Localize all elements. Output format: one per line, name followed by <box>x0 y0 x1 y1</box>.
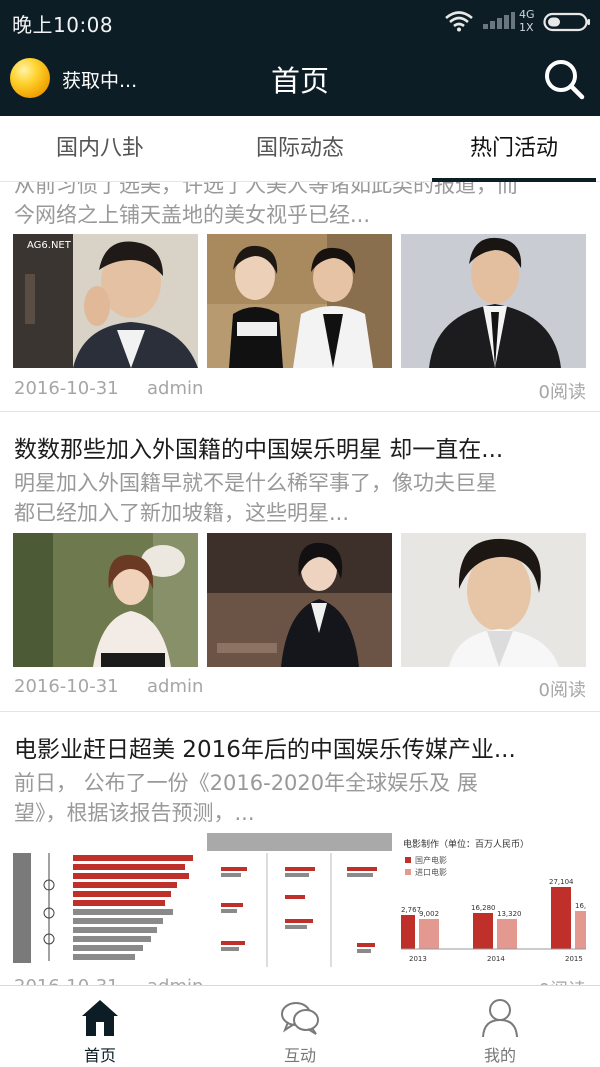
network-type-top: 4G <box>519 8 535 21</box>
article-title[interactable]: 数数那些加入外国籍的中国娱乐明星 却一直在... <box>14 430 586 464</box>
article-thumbnails <box>13 533 588 667</box>
search-icon[interactable] <box>543 58 585 100</box>
article-date: 2016-10-31 <box>14 676 119 697</box>
chart-label: 13,320 <box>497 910 522 918</box>
network-type-bottom: 1X <box>519 21 534 34</box>
status-time: 晚上10:08 <box>12 13 114 37</box>
category-tabs: 国内八卦 国际动态 热门活动 <box>0 116 600 182</box>
article-card[interactable]: 电影业赶日超美 2016年后的中国娱乐传媒产业... 前日， 公布了一份《201… <box>0 712 600 985</box>
nav-item-home[interactable]: 首页 <box>0 986 200 1067</box>
tab-hot-events[interactable]: 热门活动 <box>414 116 600 182</box>
article-title[interactable]: 电影业赶日超美 2016年后的中国娱乐传媒产业... <box>14 730 586 764</box>
chart-label: 27,104 <box>549 878 574 886</box>
chart-title: 电影制作（单位：百万人民币） <box>403 838 529 850</box>
article-author: admin <box>147 976 203 985</box>
article-thumbnails: 电影制作（单位：百万人民币） 国产电影 进口电影 2,767 9,002 16,… <box>13 833 588 967</box>
article-image: AG6.NET <box>13 234 198 368</box>
article-date: 2016-10-31 <box>14 378 119 399</box>
article-feed[interactable]: 从前习惯了选美，许选了人美人等诸如此类的报道，而 今网络之上铺天盖地的美女视乎已… <box>0 182 600 985</box>
article-author: admin <box>147 676 204 697</box>
tab-domestic-gossip[interactable]: 国内八卦 <box>0 116 200 182</box>
article-card[interactable]: 数数那些加入外国籍的中国娱乐明星 却一直在... 明星加入外国籍早就不是什么稀罕… <box>0 412 600 711</box>
chat-icon <box>281 1002 319 1035</box>
article-read-count: 0阅读 <box>538 680 586 701</box>
bottom-nav: 首页 互动 我的 <box>0 985 600 1067</box>
article-image <box>401 533 586 667</box>
article-author: admin <box>147 378 204 399</box>
chart-year: 2014 <box>487 955 505 963</box>
nav-label-home: 首页 <box>83 1046 116 1065</box>
article-summary: 前日， 公布了一份《2016-2020年全球娱乐及 展 望》，根据该报告预测，.… <box>14 768 574 828</box>
article-summary-line: 前日， 公布了一份《2016-2020年全球娱乐及 展 <box>14 771 478 795</box>
page-title: 首页 <box>270 64 329 98</box>
article-date: 2016-10-31 <box>14 976 119 985</box>
article-card[interactable]: 从前习惯了选美，许选了人美人等诸如此类的报道，而 今网络之上铺天盖地的美女视乎已… <box>0 182 600 411</box>
signal-icon <box>483 12 515 29</box>
chart-label: 16,280 <box>471 904 496 912</box>
article-meta: 2016-10-31 admin 0阅读 <box>14 676 586 701</box>
wifi-icon <box>445 11 473 32</box>
nav-label-me: 我的 <box>483 1046 516 1065</box>
article-read-count: 0阅读 <box>539 976 586 985</box>
tab-international-news[interactable]: 国际动态 <box>200 116 400 182</box>
chart-legend-imported: 进口电影 <box>415 867 447 877</box>
article-image <box>401 234 586 368</box>
article-summary-line: 望》，根据该报告预测，... <box>14 801 255 825</box>
chart-label: 9,002 <box>419 910 439 918</box>
network-type: 4G 1X <box>519 8 535 34</box>
article-image: 电影制作（单位：百万人民币） 国产电影 进口电影 2,767 9,002 16,… <box>401 833 586 967</box>
status-bar: 晚上10:08 4G 1X <box>0 0 600 44</box>
article-summary-line: 都已经加入了新加坡籍，这些明星... <box>14 501 350 525</box>
nav-item-interact[interactable]: 互动 <box>200 986 400 1067</box>
article-image <box>13 833 198 967</box>
article-summary: 从前习惯了选美，许选了人美人等诸如此类的报道，而 今网络之上铺天盖地的美女视乎已… <box>14 182 574 230</box>
chart-year: 2013 <box>409 955 427 963</box>
article-image <box>207 234 392 368</box>
chart-label: 16, <box>575 902 586 910</box>
article-image <box>13 533 198 667</box>
chart-year: 2015 <box>565 955 583 963</box>
article-summary-line: 今网络之上铺天盖地的美女视乎已经... <box>14 203 371 227</box>
image-watermark: AG6.NET <box>27 240 72 251</box>
article-image <box>207 833 392 967</box>
article-meta: 2016-10-31 admin 0阅读 <box>14 976 586 985</box>
app-header: 获取中... 首页 <box>0 44 600 116</box>
article-meta: 2016-10-31 admin 0阅读 <box>14 378 586 403</box>
battery-icon <box>543 12 590 32</box>
nav-item-me[interactable]: 我的 <box>400 986 600 1067</box>
user-icon <box>482 999 518 1038</box>
article-thumbnails: AG6.NET <box>13 234 588 368</box>
article-read-count: 0阅读 <box>538 382 586 403</box>
nav-label-interact: 互动 <box>283 1046 316 1065</box>
chart-legend-domestic: 国产电影 <box>415 855 447 865</box>
article-image <box>207 533 392 667</box>
home-icon <box>82 1000 118 1036</box>
article-summary: 明星加入外国籍早就不是什么稀罕事了，像功夫巨星 都已经加入了新加坡籍，这些明星.… <box>14 468 574 528</box>
article-summary-line: 从前习惯了选美，许选了人美人等诸如此类的报道，而 <box>14 182 518 197</box>
article-summary-line: 明星加入外国籍早就不是什么稀罕事了，像功夫巨星 <box>14 471 497 495</box>
